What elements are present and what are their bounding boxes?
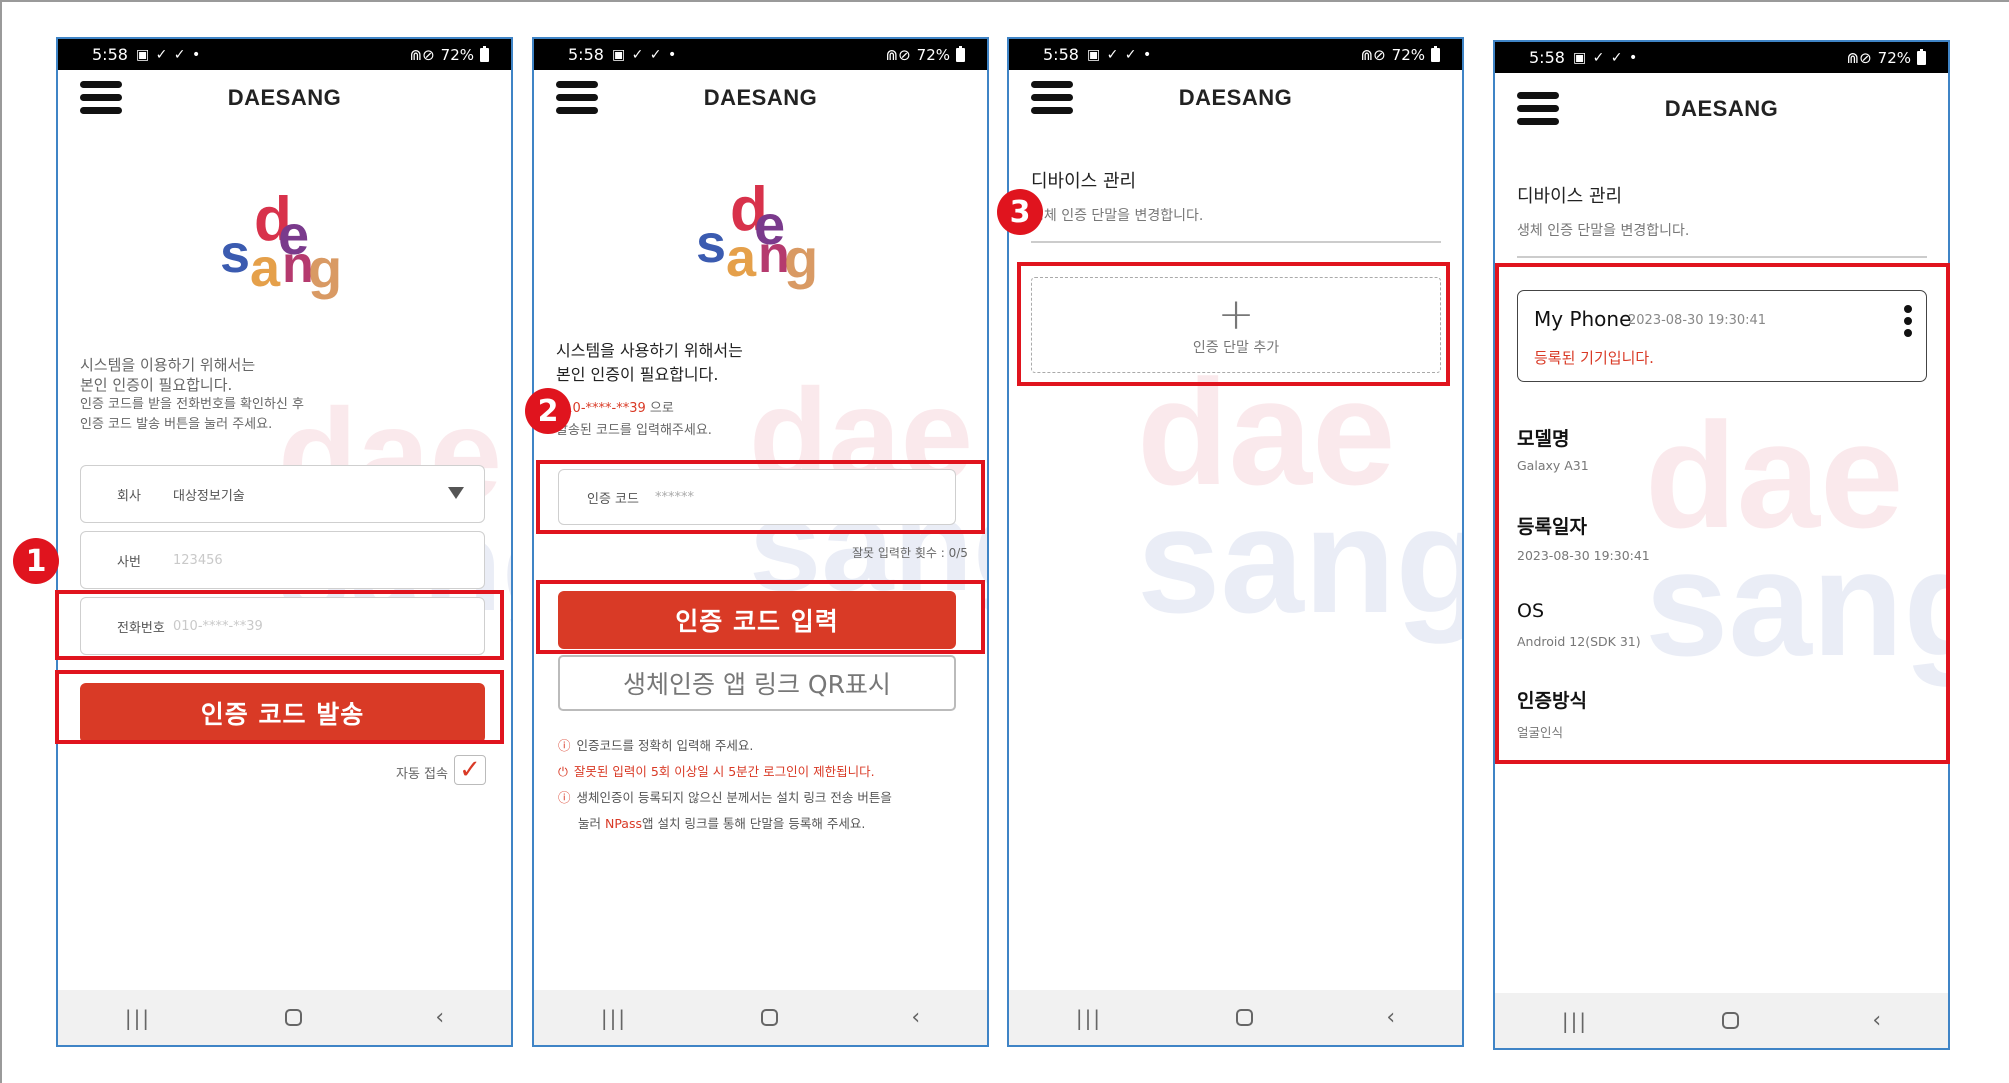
note-item: 눌러 NPass앱 설치 링크를 통해 단말을 등록해 주세요.	[578, 816, 866, 831]
recent-apps-icon[interactable]: |||	[1076, 1006, 1102, 1030]
status-time: 5:58	[1529, 48, 1565, 67]
employee-label: 사번	[117, 554, 141, 570]
auto-login-label: 자동 접속	[396, 767, 448, 782]
company-select[interactable]: 회사 대상정보기술	[80, 465, 485, 523]
home-icon[interactable]	[1721, 1012, 1739, 1029]
brand-title: DAESANG	[1178, 85, 1293, 110]
status-bar: 5:58 ▣ ✓ ✓ • ⋒⊘ 72%	[534, 39, 987, 70]
company-label: 회사	[117, 488, 141, 504]
battery-icon	[480, 45, 489, 62]
status-bar: 5:58 ▣ ✓ ✓ • ⋒⊘ 72%	[1495, 42, 1948, 73]
battery-percent: 72%	[1391, 45, 1425, 64]
note-item: ⏻ 잘못된 입력이 5회 이상일 시 5분간 로그인이 제한됩니다.	[558, 764, 875, 779]
status-bar: 5:58 ▣ ✓ ✓ • ⋒⊘ 72%	[58, 39, 511, 70]
recent-apps-icon[interactable]: |||	[1562, 1009, 1588, 1033]
brand-title: DAESANG	[703, 85, 818, 110]
highlight-code-field	[536, 460, 985, 534]
battery-percent: 72%	[916, 45, 950, 64]
status-bar: 5:58 ▣ ✓ ✓ • ⋒⊘ 72%	[1009, 39, 1462, 70]
battery-icon	[1917, 48, 1926, 65]
phone-screen-code: 5:58 ▣ ✓ ✓ • ⋒⊘ 72% DAESANG dae sang d e…	[532, 37, 989, 1047]
status-time: 5:58	[568, 45, 604, 64]
android-nav-bar: ||| ‹	[534, 990, 987, 1045]
section-divider	[1031, 241, 1441, 243]
back-icon[interactable]: ‹	[911, 1005, 920, 1030]
device-mgmt-title: 디바이스 관리	[1031, 171, 1137, 192]
step-badge-3: 3	[997, 189, 1043, 235]
highlight-send-button	[55, 670, 504, 744]
highlight-enter-button	[536, 580, 985, 654]
power-icon: ⏻	[558, 764, 568, 779]
wifi-icon: ⋒⊘	[885, 45, 911, 64]
device-mgmt-title: 디바이스 관리	[1517, 186, 1623, 207]
highlight-phone-field	[55, 590, 504, 660]
npass-link[interactable]: NPass	[605, 816, 642, 831]
home-icon[interactable]	[284, 1009, 302, 1026]
note-item: ⓘ 인증코드를 정확히 입력해 주세요.	[558, 738, 754, 753]
wrong-attempts: 잘못 입력한 횟수 : 0/5	[852, 546, 968, 560]
wifi-icon: ⋒⊘	[1846, 48, 1872, 67]
highlight-device-details	[1495, 263, 1950, 764]
wifi-icon: ⋒⊘	[409, 45, 435, 64]
home-icon[interactable]	[1235, 1009, 1253, 1026]
android-nav-bar: ||| ‹	[58, 990, 511, 1045]
device-mgmt-subtitle: 생체 인증 단말을 변경합니다.	[1031, 208, 1204, 224]
daesang-logo: d e s a n g	[220, 185, 343, 300]
employee-id-field[interactable]: 사번 123456	[80, 531, 485, 589]
device-mgmt-subtitle: 생체 인증 단말을 변경합니다.	[1517, 223, 1690, 239]
watermark: dae sang	[1137, 348, 1464, 644]
step-badge-1: 1	[13, 538, 59, 584]
daesang-logo: d e s a n g	[696, 175, 819, 290]
highlight-add-device	[1017, 262, 1450, 386]
brand-title: DAESANG	[227, 85, 342, 110]
back-icon[interactable]: ‹	[435, 1005, 444, 1030]
back-icon[interactable]: ‹	[1386, 1005, 1395, 1030]
notification-icons: ▣ ✓ ✓ •	[135, 46, 202, 63]
qr-link-button[interactable]: 생체인증 앱 링크 QR표시	[558, 655, 956, 711]
notification-icons: ▣ ✓ ✓ •	[611, 46, 678, 63]
phone-sent-line: 010-****-**39 으로	[556, 401, 674, 416]
recent-apps-icon[interactable]: |||	[125, 1006, 151, 1030]
info-icon: ⓘ	[558, 790, 571, 805]
home-icon[interactable]	[760, 1009, 778, 1026]
notes-list: ⓘ 인증코드를 정확히 입력해 주세요. ⏻ 잘못된 입력이 5회 이상일 시 5분…	[558, 733, 892, 837]
status-time: 5:58	[92, 45, 128, 64]
android-nav-bar: ||| ‹	[1495, 993, 1948, 1048]
notification-icons: ▣ ✓ ✓ •	[1086, 46, 1153, 63]
battery-icon	[1431, 45, 1440, 62]
back-icon[interactable]: ‹	[1872, 1008, 1881, 1033]
step-badge-2: 2	[525, 388, 571, 434]
android-nav-bar: ||| ‹	[1009, 990, 1462, 1045]
company-value: 대상정보기술	[173, 488, 245, 504]
section-divider	[1517, 256, 1927, 258]
info-icon: ⓘ	[558, 738, 571, 753]
brand-title: DAESANG	[1664, 96, 1779, 121]
employee-placeholder: 123456	[173, 552, 223, 568]
sent-code-note: 발송된 코드를 입력해주세요.	[556, 423, 712, 438]
battery-percent: 72%	[440, 45, 474, 64]
note-item: ⓘ 생체인증이 등록되지 않으신 분께서는 설치 링크 전송 버튼을	[558, 790, 892, 805]
auto-login-checkbox[interactable]: ✓	[454, 755, 486, 785]
code-intro: 시스템을 사용하기 위해서는 본인 인증이 필요합니다.	[556, 341, 743, 384]
battery-percent: 72%	[1877, 48, 1911, 67]
phone-screen-device-empty: 5:58 ▣ ✓ ✓ • ⋒⊘ 72% DAESANG dae sang 디바이…	[1007, 37, 1464, 1047]
battery-icon	[956, 45, 965, 62]
notification-icons: ▣ ✓ ✓ •	[1572, 49, 1639, 66]
status-time: 5:58	[1043, 45, 1079, 64]
wifi-icon: ⋒⊘	[1360, 45, 1386, 64]
phone-screen-login: 5:58 ▣ ✓ ✓ • ⋒⊘ 72% DAESANG dae sang d e…	[56, 37, 513, 1047]
recent-apps-icon[interactable]: |||	[601, 1006, 627, 1030]
dropdown-arrow-icon	[448, 487, 464, 499]
login-intro: 시스템을 이용하기 위해서는 본인 인증이 필요합니다. 인증 코드를 받을 전…	[80, 356, 304, 432]
